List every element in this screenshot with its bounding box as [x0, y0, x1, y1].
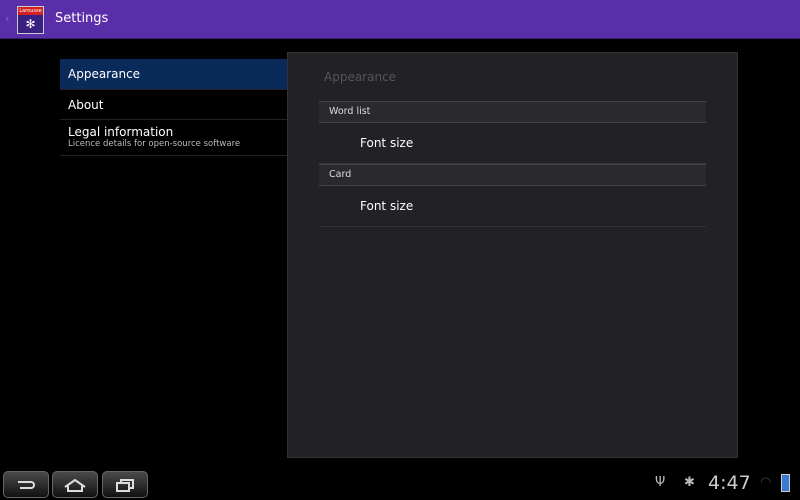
header-about[interactable]: About [60, 90, 287, 120]
system-bar: Ψ ✱ 4:47 ◠ [0, 466, 800, 500]
up-caret-icon[interactable]: ‹ [5, 12, 9, 25]
home-button[interactable] [52, 471, 98, 498]
action-bar: ‹ Larousse ✻ Settings [0, 0, 800, 39]
back-button[interactable] [3, 471, 49, 498]
dandelion-icon: ✻ [25, 17, 36, 31]
header-label: Legal information [68, 125, 174, 139]
pref-word-list-font-size[interactable]: Font size [319, 123, 706, 164]
header-summary: Licence details for open-source software [68, 139, 241, 149]
category-card: Card [319, 164, 706, 186]
pref-card-font-size[interactable]: Font size [319, 186, 706, 227]
preferences-panel: Appearance Word list Font size Card Font… [287, 52, 738, 458]
battery-charging-icon [781, 474, 790, 492]
clock: 4:47 [708, 472, 751, 494]
logo-band: Larousse [18, 7, 43, 15]
recent-apps-button[interactable] [102, 471, 148, 498]
recent-apps-icon [116, 478, 134, 492]
header-label: About [68, 98, 104, 112]
header-list: Appearance About Legal information Licen… [60, 59, 287, 156]
debug-icon: ✱ [684, 475, 695, 490]
wifi-icon: ◠ [760, 475, 772, 490]
header-label: Appearance [68, 67, 141, 81]
usb-icon: Ψ [655, 475, 666, 490]
back-icon [18, 480, 35, 489]
page-title: Settings [55, 11, 109, 26]
header-legal-information[interactable]: Legal information Licence details for op… [60, 120, 287, 156]
panel-title: Appearance [324, 70, 397, 84]
header-appearance[interactable]: Appearance [60, 59, 287, 90]
home-icon [64, 478, 86, 492]
app-logo[interactable]: Larousse ✻ [17, 6, 44, 34]
category-word-list: Word list [319, 101, 706, 123]
